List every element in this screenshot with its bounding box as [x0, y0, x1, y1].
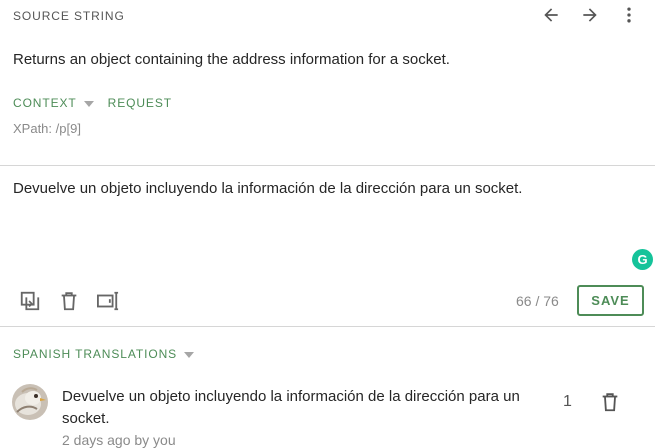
- arrow-left-icon: [544, 8, 558, 22]
- user-avatar-image: [12, 384, 48, 420]
- clear-translation-button[interactable]: [57, 289, 81, 313]
- arrow-right-icon: [583, 8, 597, 22]
- delete-translation-button[interactable]: [598, 390, 622, 414]
- translation-editor: SOURCE STRING Returns an object containi…: [0, 0, 655, 448]
- context-row: CONTEXT REQUEST: [13, 96, 172, 110]
- translation-item-meta: 2 days ago by you: [62, 432, 176, 448]
- translation-input-text[interactable]: Devuelve un objeto incluyendo la informa…: [13, 180, 633, 198]
- translation-item-text[interactable]: Devuelve un objeto incluyendo la informa…: [62, 386, 537, 430]
- translations-header-label: SPANISH TRANSLATIONS: [13, 347, 178, 361]
- copy-source-button[interactable]: [18, 289, 42, 313]
- more-vertical-icon: [627, 7, 631, 23]
- copy-source-icon: [20, 291, 40, 311]
- machine-translation-icon: [97, 291, 119, 311]
- context-toggle[interactable]: CONTEXT: [13, 96, 94, 110]
- save-button[interactable]: SAVE: [577, 285, 644, 316]
- context-label: CONTEXT: [13, 96, 77, 110]
- previous-string-button[interactable]: [538, 2, 564, 28]
- source-string-text: Returns an object containing the address…: [13, 51, 450, 68]
- next-string-button[interactable]: [577, 2, 603, 28]
- delete-icon: [61, 292, 77, 311]
- divider: [0, 326, 655, 327]
- request-context-link[interactable]: REQUEST: [108, 96, 172, 110]
- character-counter: 66 / 76: [516, 293, 559, 309]
- grammarly-icon[interactable]: G: [632, 249, 653, 270]
- source-header: SOURCE STRING: [0, 0, 655, 30]
- xpath-text: XPath: /p[9]: [13, 121, 81, 136]
- source-title: SOURCE STRING: [13, 9, 125, 23]
- caret-down-icon: [83, 100, 94, 107]
- caret-down-icon: [184, 351, 195, 358]
- avatar: [12, 384, 48, 420]
- more-options-button[interactable]: [616, 2, 642, 28]
- vote-count: 1: [563, 393, 572, 410]
- translations-header[interactable]: SPANISH TRANSLATIONS: [13, 347, 195, 361]
- machine-translation-button[interactable]: [96, 289, 120, 313]
- translation-input[interactable]: Devuelve un objeto incluyendo la informa…: [0, 166, 655, 266]
- delete-icon: [602, 393, 618, 412]
